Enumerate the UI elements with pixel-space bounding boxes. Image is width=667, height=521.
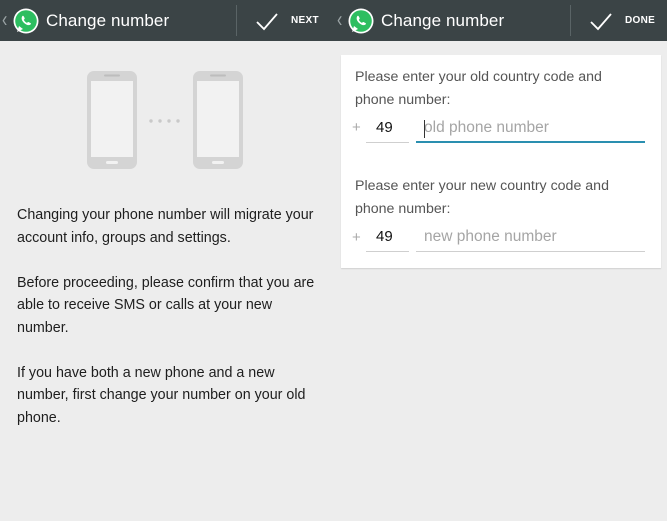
- plus-sign: +: [352, 229, 361, 246]
- checkmark-icon: [590, 12, 612, 30]
- page-title: Change number: [46, 10, 170, 30]
- checkmark-icon: [256, 12, 278, 30]
- next-button[interactable]: NEXT: [255, 0, 319, 41]
- action-divider: [570, 5, 571, 36]
- up-chevron-icon[interactable]: ‹: [2, 9, 12, 31]
- action-divider: [236, 5, 237, 36]
- whatsapp-logo-icon[interactable]: [12, 7, 40, 35]
- phone-migration-illustration: [87, 71, 243, 169]
- phone-icon: [87, 71, 137, 169]
- next-label: NEXT: [291, 15, 319, 26]
- phone-entry-card: Please enter your old country code and p…: [341, 55, 661, 268]
- phone-icon: [193, 71, 243, 169]
- info-paragraph: Changing your phone number will migrate …: [17, 207, 314, 246]
- old-phone-number-input[interactable]: old phone number: [416, 117, 645, 143]
- action-bar: ‹ Change number DONE: [335, 0, 667, 41]
- page-title: Change number: [381, 10, 505, 30]
- change-number-intro-screen: ‹ Change number NEXT Changing your phone…: [0, 0, 335, 521]
- done-label: DONE: [625, 15, 656, 26]
- text-caret: [424, 120, 425, 138]
- old-country-code-input[interactable]: 49: [366, 117, 409, 143]
- info-paragraph: If you have both a new phone and a new n…: [17, 364, 306, 426]
- dots-icon: [149, 119, 180, 123]
- up-chevron-icon[interactable]: ‹: [337, 9, 347, 31]
- change-number-entry-screen: ‹ Change number DONE Please enter your o…: [335, 0, 667, 521]
- info-text: Changing your phone number will migrate …: [17, 204, 317, 452]
- whatsapp-logo-icon[interactable]: [347, 7, 375, 35]
- action-bar: ‹ Change number NEXT: [0, 0, 335, 41]
- done-button[interactable]: DONE: [589, 0, 655, 41]
- new-phone-number-input[interactable]: new phone number: [416, 226, 645, 252]
- info-paragraph: Before proceeding, please confirm that y…: [17, 274, 315, 336]
- new-phone-placeholder: new phone number: [424, 228, 557, 245]
- old-phone-placeholder: old phone number: [424, 119, 549, 136]
- new-number-prompt: Please enter your new country code and p…: [355, 178, 609, 217]
- new-country-code-input[interactable]: 49: [366, 226, 409, 252]
- old-number-prompt: Please enter your old country code and p…: [355, 69, 602, 108]
- plus-sign: +: [352, 119, 361, 136]
